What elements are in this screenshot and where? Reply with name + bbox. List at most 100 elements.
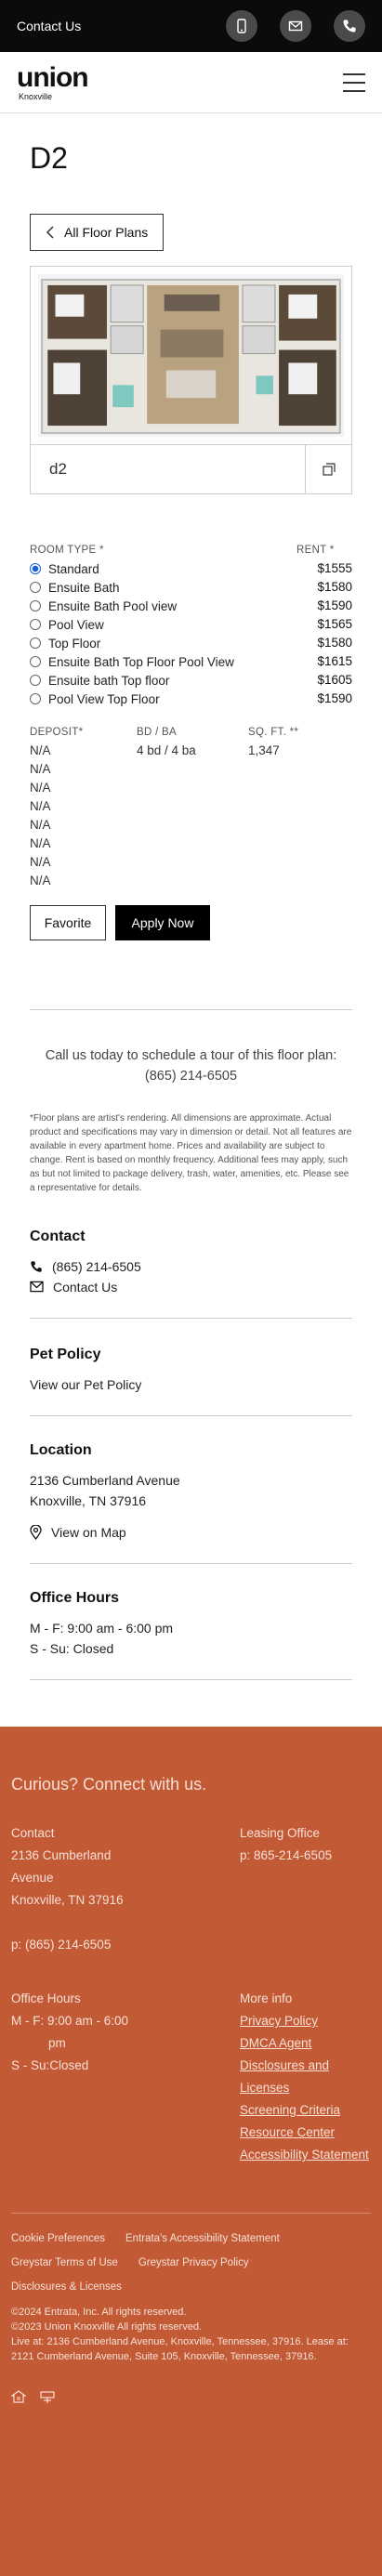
footer-address-note: Live at: 2136 Cumberland Avenue, Knoxvil…: [11, 2336, 349, 2362]
sqft-value: 1,347: [248, 743, 280, 757]
contact-email-link[interactable]: Contact Us: [30, 1277, 352, 1297]
room-type-option[interactable]: Ensuite Bath Top Floor Pool View: [30, 652, 234, 671]
main-content: D2 All Floor Plans d2 ROOM TYPE * Standa…: [0, 141, 382, 1680]
room-type-table: ROOM TYPE * Standard Ensuite Bath Ensuite …: [30, 545, 352, 708]
radio-button[interactable]: [30, 693, 41, 704]
envelope-icon: [288, 20, 303, 32]
rent-value: $1555: [317, 561, 352, 575]
deposit-value: N/A: [30, 836, 51, 850]
pet-policy-link[interactable]: View our Pet Policy: [30, 1374, 352, 1395]
logo-wordmark: union: [17, 61, 89, 93]
bdba-column: BD / BA 4 bd / 4 ba: [137, 727, 248, 890]
disclosures-licenses-link[interactable]: Disclosures and Licenses: [240, 2055, 371, 2099]
deposit-column: DEPOSIT* N/A N/A N/A N/A N/A N/A N/A N/A: [30, 727, 137, 890]
radio-button[interactable]: [30, 675, 41, 686]
room-type-column: ROOM TYPE * Standard Ensuite Bath Ensuite …: [30, 545, 234, 708]
footer-street-1: 2136 Cumberland: [11, 1848, 112, 1862]
email-button[interactable]: [280, 10, 311, 42]
bdba-header: BD / BA: [137, 727, 178, 738]
deposit-value: N/A: [30, 855, 51, 869]
logo-city: Knoxville: [19, 91, 53, 101]
bdba-value: 4 bd / 4 ba: [137, 743, 196, 757]
disclosures-link[interactable]: Disclosures & Licenses: [11, 2281, 122, 2293]
radio-button[interactable]: [30, 619, 41, 630]
room-type-option[interactable]: Top Floor: [30, 634, 234, 652]
mobile-phone-icon: [237, 19, 246, 33]
radio-button[interactable]: [30, 563, 41, 574]
room-type-option[interactable]: Standard: [30, 559, 234, 578]
sqft-column: SQ. FT. ** 1,347: [248, 727, 298, 890]
footer-contact-column: Contact 2136 Cumberland Avenue Knoxville…: [11, 1822, 240, 1956]
copyright-union: ©2023 Union Knoxville All rights reserve…: [11, 2321, 202, 2333]
footer-info-grid: Office Hours M - F: 9:00 am - 6:00 pm S …: [11, 1988, 371, 2166]
contact-section: Contact (865) 214-6505 Contact Us: [30, 1208, 352, 1318]
radio-button[interactable]: [30, 637, 41, 649]
radio-button[interactable]: [30, 600, 41, 611]
footer-phone[interactable]: p: (865) 214-6505: [11, 1934, 240, 1956]
plan-actions: Favorite Apply Now: [30, 905, 352, 940]
page-title: D2: [30, 141, 68, 175]
room-type-option[interactable]: Pool View: [30, 615, 234, 634]
floor-plan-image[interactable]: [31, 267, 351, 445]
footer-icons: [11, 2390, 371, 2405]
office-hours-section: Office Hours M - F: 9:00 am - 6:00 pm S …: [30, 1564, 352, 1679]
contact-email-text: Contact Us: [53, 1279, 118, 1295]
all-floor-plans-button[interactable]: All Floor Plans: [30, 214, 165, 251]
footer-tagline: Curious? Connect with us.: [11, 1775, 207, 1794]
location-heading: Location: [30, 1441, 92, 1458]
room-type-label: Ensuite Bath Pool view: [48, 598, 178, 613]
footer-hours-pm: pm: [48, 2036, 66, 2050]
mobile-phone-button[interactable]: [226, 10, 257, 42]
footer-leasing-heading: Leasing Office: [240, 1826, 321, 1840]
room-type-label: Ensuite Bath Top Floor Pool View: [48, 654, 234, 669]
rent-list: $1555 $1580 $1590 $1565 $1580 $1615 $1605 $1590: [296, 559, 352, 708]
contact-us-link[interactable]: Contact Us: [17, 19, 204, 33]
favorite-button[interactable]: Favorite: [30, 905, 106, 940]
greystar-privacy-link[interactable]: Greystar Privacy Policy: [138, 2257, 249, 2268]
resource-center-link[interactable]: Resource Center: [240, 2122, 371, 2144]
room-type-label: Ensuite bath Top floor: [48, 673, 170, 688]
footer-leasing-phone[interactable]: p: 865-214-6505: [240, 1845, 371, 1867]
cookie-preferences-link[interactable]: Cookie Preferences: [11, 2233, 105, 2244]
view-on-map-link[interactable]: View on Map: [30, 1522, 352, 1543]
room-type-label: Standard: [48, 561, 99, 576]
greystar-terms-link[interactable]: Greystar Terms of Use: [11, 2257, 118, 2268]
room-type-option[interactable]: Ensuite Bath: [30, 578, 234, 597]
room-type-option[interactable]: Ensuite Bath Pool view: [30, 597, 234, 615]
floor-plan-card: d2: [30, 266, 352, 494]
contact-phone-link[interactable]: (865) 214-6505: [30, 1256, 352, 1277]
screening-criteria-link[interactable]: Screening Criteria: [240, 2099, 371, 2122]
room-type-option[interactable]: Ensuite bath Top floor: [30, 671, 234, 690]
view-on-map-text: View on Map: [51, 1524, 126, 1540]
tour-cta-phone[interactable]: (865) 214-6505: [30, 1066, 352, 1086]
rent-value: $1565: [317, 617, 352, 631]
floor-plan-name: d2: [49, 460, 67, 478]
entrata-accessibility-link[interactable]: Entrata's Accessibility Statement: [125, 2233, 280, 2244]
union-logo[interactable]: union Knoxville: [17, 61, 89, 101]
radio-button[interactable]: [30, 582, 41, 593]
footer-hours-column: Office Hours M - F: 9:00 am - 6:00 pm S …: [11, 1988, 240, 2166]
footer-hours-weekend: S - Su:Closed: [11, 2058, 89, 2072]
deposit-value: N/A: [30, 874, 51, 887]
apply-now-button[interactable]: Apply Now: [115, 905, 210, 940]
room-type-option[interactable]: Pool View Top Floor: [30, 690, 234, 708]
map-pin-icon: [30, 1524, 42, 1540]
deposit-value: N/A: [30, 762, 51, 776]
rent-header: RENT *: [296, 545, 335, 556]
expand-image-button[interactable]: [305, 445, 351, 493]
accessibility-statement-link[interactable]: Accessibility Statement: [240, 2144, 371, 2166]
privacy-policy-link[interactable]: Privacy Policy: [240, 2010, 371, 2032]
deposit-value: N/A: [30, 743, 51, 757]
deposit-value: N/A: [30, 818, 51, 832]
footer-leasing-column: Leasing Office p: 865-214-6505: [240, 1822, 371, 1956]
hamburger-menu-icon[interactable]: [343, 72, 365, 92]
office-hours-weekend: S - Su: Closed: [30, 1640, 114, 1656]
radio-button[interactable]: [30, 656, 41, 667]
equal-housing-icon: [11, 2390, 26, 2403]
call-button[interactable]: [334, 10, 365, 42]
expand-icon: [322, 463, 336, 476]
deposit-header: DEPOSIT*: [30, 727, 84, 738]
tour-cta-text: Call us today to schedule a tour of this…: [45, 1048, 337, 1063]
dmca-agent-link[interactable]: DMCA Agent: [240, 2032, 371, 2055]
accessibility-icon: [40, 2391, 55, 2403]
